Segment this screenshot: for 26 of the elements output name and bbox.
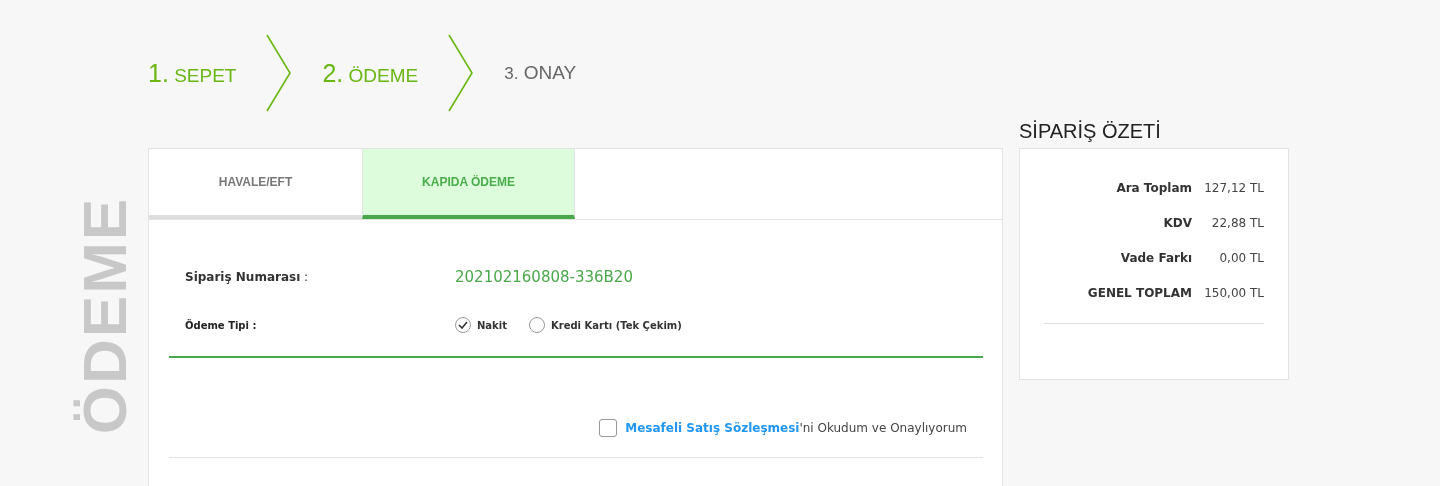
summary-label: Vade Farkı [1119,251,1192,267]
step-label: 2. ÖDEME [322,58,419,88]
radio-label: Nakit [477,319,507,331]
summary-label: Ara Toplam [1115,181,1192,197]
checkbox[interactable] [599,418,618,437]
step-label: 1. SEPET [148,58,237,88]
chevron-icon [266,34,293,112]
radio-button[interactable] [529,317,545,333]
agreement-link[interactable]: Mesafeli Satış Sözleşmesi [625,420,800,435]
field-label: Sipariş Numarası : [185,270,310,284]
summary-value: 22,88 TL [1210,216,1264,232]
summary-label: KDV [1162,216,1192,232]
summary-value: 150,00 TL [1203,286,1264,302]
summary-label: GENEL TOPLAM [1086,286,1192,302]
agreement-text: Mesafeli Satış Sözleşmesi'ni Okudum ve Onaylıyorum [625,420,967,435]
radio-label: Kredi Kartı (Tek Çekim) [551,319,682,331]
step-label: 3. ONAY [504,62,577,84]
tab[interactable]: KAPIDA ÖDEME [362,149,575,219]
summary-value: 0,00 TL [1218,251,1264,267]
summary-value: 127,12 TL [1203,181,1264,197]
summary-title: SİPARİŞ ÖZETİ [1019,120,1162,144]
chevron-icon [448,34,475,112]
radio-button[interactable] [455,317,471,333]
order-number: 202102160808-336B20 [455,268,633,286]
check-icon [458,321,468,329]
field-label: Ödeme Tipi : [185,319,258,331]
